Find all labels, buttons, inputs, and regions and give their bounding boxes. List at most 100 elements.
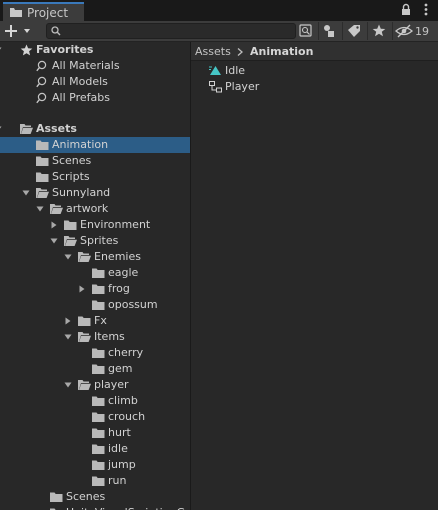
assets-header[interactable]: Assets <box>0 121 190 137</box>
folder-tree[interactable]: Favorites All Materials All Models All Pref… <box>0 42 190 510</box>
folder-icon <box>78 316 91 326</box>
folder-item[interactable]: Environment <box>0 217 190 233</box>
folder-item[interactable]: crouch <box>0 409 190 425</box>
folder-item[interactable]: cherry <box>0 345 190 361</box>
star-icon <box>372 24 386 37</box>
tab-project[interactable]: Project <box>3 2 84 21</box>
folder-icon <box>92 444 105 454</box>
folder-icon <box>92 348 105 358</box>
tree-item-label: cherry <box>108 346 144 359</box>
expand-arrow-down-icon[interactable] <box>64 333 72 341</box>
tree-item-label: UnityVisualScriptingG... <box>66 506 190 510</box>
tree-item-label: player <box>94 378 129 391</box>
folder-icon <box>10 8 22 17</box>
asset-item[interactable]: Idle <box>207 63 407 79</box>
tree-item-label: frog <box>108 282 130 295</box>
folder-item[interactable]: hurt <box>0 425 190 441</box>
toggle-hidden-packages-button[interactable] <box>392 22 415 40</box>
tree-item-label: jump <box>108 458 136 471</box>
more-options-icon[interactable] <box>420 3 432 16</box>
folder-item[interactable]: run <box>0 473 190 489</box>
hidden-packages-count: 19 <box>415 25 429 38</box>
search-by-label-button[interactable] <box>342 22 364 40</box>
folder-item[interactable]: frog <box>0 281 190 297</box>
expand-arrow-right-icon[interactable] <box>78 285 86 293</box>
label-tag-icon <box>348 25 360 37</box>
folder-icon <box>50 492 63 502</box>
breadcrumb: Assets Animation <box>191 42 438 61</box>
expand-arrow-right-icon[interactable] <box>64 317 72 325</box>
folder-item[interactable]: player <box>0 377 190 393</box>
search-icon <box>51 26 61 36</box>
folder-item[interactable]: Fx <box>0 313 190 329</box>
expand-arrow-down-icon[interactable] <box>22 189 30 197</box>
folder-item[interactable]: Sunnyland <box>0 185 190 201</box>
search-icon <box>36 76 47 88</box>
folder-item[interactable]: gem <box>0 361 190 377</box>
expand-arrow-right-icon[interactable] <box>50 221 58 229</box>
asset-list-pane[interactable]: Assets Animation Idle Player <box>191 42 438 510</box>
section-label: Favorites <box>36 43 94 56</box>
search-field[interactable] <box>46 23 296 39</box>
project-window: Project 19 Favorites All Materials All M… <box>0 0 438 510</box>
folder-item[interactable]: Scenes <box>0 489 190 505</box>
folder-item[interactable]: opossum <box>0 297 190 313</box>
search-icon <box>36 60 47 72</box>
asset-label: Idle <box>225 64 246 77</box>
animator-controller-icon <box>209 81 222 93</box>
tree-item-label: Scripts <box>52 170 90 183</box>
folder-item[interactable]: climb <box>0 393 190 409</box>
create-dropdown-button[interactable] <box>3 22 37 40</box>
filter-by-type-icon <box>324 25 334 37</box>
favorites-header[interactable]: Favorites <box>0 42 190 58</box>
asset-item[interactable]: Player <box>207 79 407 95</box>
folder-item[interactable]: Enemies <box>0 249 190 265</box>
asset-label: Player <box>225 80 260 93</box>
folder-item[interactable]: eagle <box>0 265 190 281</box>
folder-open-icon <box>78 332 91 342</box>
lock-icon[interactable] <box>400 3 412 16</box>
section-label: Assets <box>36 122 77 135</box>
tab-label: Project <box>27 6 69 20</box>
folder-open-icon <box>78 252 91 262</box>
folder-item[interactable]: Items <box>0 329 190 345</box>
folder-item[interactable]: UnityVisualScriptingG... <box>0 505 190 510</box>
folder-item[interactable]: Scripts <box>0 169 190 185</box>
folder-open-icon <box>50 204 63 214</box>
favorite-item[interactable]: All Models <box>0 74 190 90</box>
folder-icon <box>92 412 105 422</box>
folder-item[interactable]: jump <box>0 457 190 473</box>
folder-icon <box>36 156 49 166</box>
search-input[interactable] <box>65 24 290 38</box>
expand-arrow-down-icon[interactable] <box>50 237 58 245</box>
folder-item[interactable]: artwork <box>0 201 190 217</box>
folder-item[interactable]: Sprites <box>0 233 190 249</box>
folder-item[interactable]: idle <box>0 441 190 457</box>
favorite-item[interactable]: All Materials <box>0 58 190 74</box>
breadcrumb-current[interactable]: Animation <box>250 45 313 58</box>
folder-item[interactable]: Animation <box>0 137 190 153</box>
tree-item-label: Sprites <box>80 234 119 247</box>
folder-open-icon <box>20 124 33 134</box>
folder-icon <box>92 284 105 294</box>
search-by-type-button[interactable] <box>318 22 340 40</box>
expand-arrow-down-icon[interactable] <box>0 125 2 133</box>
expand-arrow-down-icon[interactable] <box>64 381 72 389</box>
tree-item-label: Fx <box>94 314 107 327</box>
folder-icon <box>92 460 105 470</box>
favorite-item[interactable]: All Prefabs <box>0 90 190 106</box>
expand-arrow-down-icon[interactable] <box>36 205 44 213</box>
folder-icon <box>36 172 49 182</box>
folder-open-icon <box>78 380 91 390</box>
folder-icon <box>92 268 105 278</box>
search-by-scene-button[interactable] <box>295 22 317 40</box>
expand-arrow-down-icon[interactable] <box>0 46 2 54</box>
tree-item-label: crouch <box>108 410 146 423</box>
tree-item-label: run <box>108 474 127 487</box>
breadcrumb-root[interactable]: Assets <box>195 45 231 58</box>
folder-item[interactable]: Scenes <box>0 153 190 169</box>
folder-open-icon <box>36 188 49 198</box>
expand-arrow-down-icon[interactable] <box>64 253 72 261</box>
favorites-button[interactable] <box>367 22 389 40</box>
tree-item-label: Animation <box>52 138 109 151</box>
